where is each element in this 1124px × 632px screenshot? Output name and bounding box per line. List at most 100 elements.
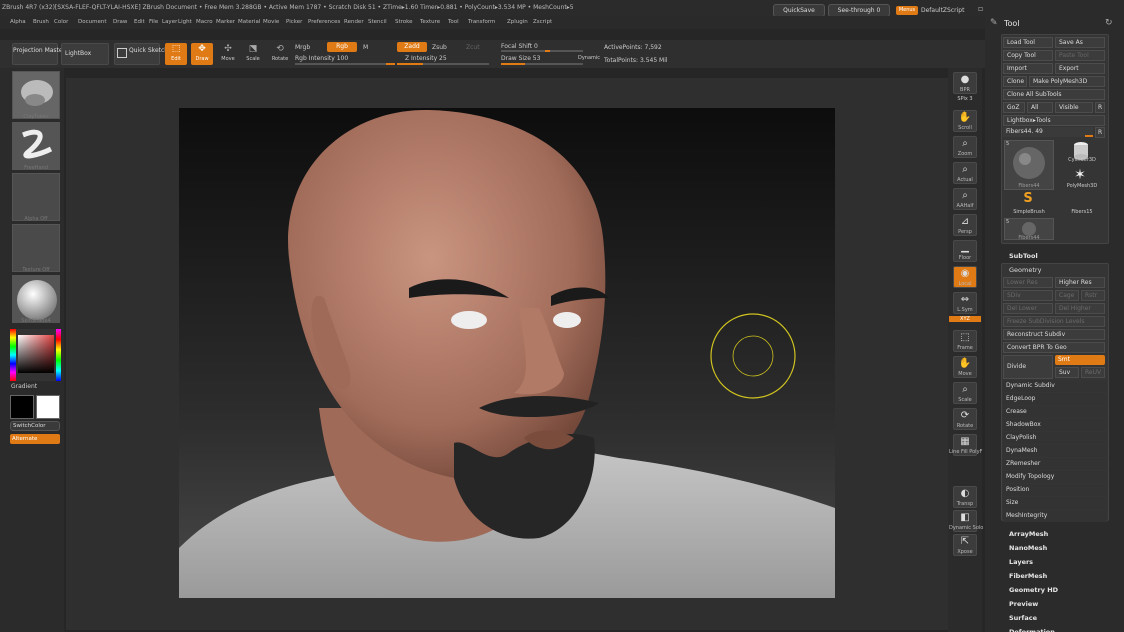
menu-tool[interactable]: Tool [448,19,459,25]
current-tool-r-button[interactable]: R [1095,127,1105,138]
geometry-edgeloop[interactable]: EdgeLoop [1003,393,1107,405]
window-controls-icon[interactable]: ▫ [978,4,988,14]
alternate-toggle[interactable]: Alternate [10,434,60,444]
focal-shift-track[interactable] [501,50,583,52]
color-picker[interactable] [10,329,61,381]
divide-button[interactable]: Divide [1003,355,1053,379]
menu-material[interactable]: Material [238,19,260,25]
simplebrush-icon[interactable]: S [1018,191,1038,207]
default-zscript-button[interactable]: DefaultZScript [921,7,964,14]
draw-mode-button[interactable]: ✥ Draw [191,43,213,65]
sdiv-slider[interactable]: SDiv [1003,290,1053,301]
clone-all-subtools-button[interactable]: Clone All SubTools [1003,89,1105,100]
zsub-toggle[interactable]: Zsub [432,44,447,51]
export-button[interactable]: Export [1055,63,1105,74]
scale-mode-button[interactable]: ⬔ Scale [243,43,263,65]
zadd-toggle[interactable]: Zadd [397,42,427,52]
menu-draw[interactable]: Draw [113,19,127,25]
focal-shift-slider[interactable]: Focal Shift 0 [501,43,538,50]
menu-transform[interactable]: Transform [468,19,495,25]
reconstruct-subdiv-button[interactable]: Reconstruct Subdiv [1003,329,1105,340]
zcut-toggle[interactable]: Zcut [466,44,480,51]
m-toggle[interactable]: M [363,44,368,51]
menu-document[interactable]: Document [78,19,107,25]
shelf-label[interactable]: SPix 3 [949,96,981,102]
section-preview[interactable]: Preview [1009,600,1038,608]
material-selector[interactable] [12,275,60,323]
menus-button[interactable]: Menus [896,6,918,15]
menu-brush[interactable]: Brush [33,19,49,25]
gradient-toggle[interactable]: Gradient [11,383,37,390]
section-surface[interactable]: Surface [1009,614,1037,622]
goz-visible-button[interactable]: Visible [1055,102,1093,113]
geometry-dynamic-subdiv[interactable]: Dynamic Subdiv [1003,380,1107,392]
3d-viewport[interactable] [179,108,835,598]
geometry-dynamesh[interactable]: DynaMesh [1003,445,1107,457]
rgb-intensity-track[interactable] [295,63,395,65]
menu-zplugin[interactable]: Zplugin [507,19,528,25]
geometry-crease[interactable]: Crease [1003,406,1107,418]
menu-file[interactable]: File [149,19,158,25]
geometry-meshintegrity[interactable]: MeshIntegrity [1003,510,1107,522]
higher-res-button[interactable]: Higher Res [1055,277,1105,288]
mrgb-toggle[interactable]: Mrgb [295,44,310,51]
paste-tool-button[interactable]: Paste Tool [1055,50,1105,61]
projection-master-button[interactable]: Projection Master [12,43,65,65]
section-deformation[interactable]: Deformation [1009,628,1055,632]
menu-stencil[interactable]: Stencil [368,19,387,25]
menu-texture[interactable]: Texture [420,19,440,25]
lower-res-button[interactable]: Lower Res [1003,277,1053,288]
del-higher-button[interactable]: Del Higher [1055,303,1105,314]
geometry-section[interactable]: Geometry [1009,266,1041,274]
geometry-modify-topology[interactable]: Modify Topology [1003,471,1107,483]
del-lower-button[interactable]: Del Lower [1003,303,1053,314]
edit-mode-button[interactable]: ⬚ Edit [165,43,187,65]
hue-ring[interactable] [10,329,16,381]
switch-color-button[interactable]: SwitchColor [10,421,60,431]
texture-selector[interactable] [12,224,60,272]
convert-bpr-button[interactable]: Convert BPR To Geo [1003,342,1105,353]
alpha-selector[interactable] [12,173,60,221]
make-polymesh-button[interactable]: Make PolyMesh3D [1029,76,1105,87]
subtool-section[interactable]: SubTool [1009,252,1038,260]
goz-all-button[interactable]: All [1027,102,1053,113]
menu-movie[interactable]: Movie [263,19,279,25]
freeze-subdiv-button[interactable]: Freeze SubDivision Levels [1003,316,1105,327]
lightbox-tools-button[interactable]: Lightbox▸Tools [1003,115,1105,126]
rgb-intensity-slider[interactable]: Rgb Intensity 100 [295,55,348,62]
geometry-size[interactable]: Size [1003,497,1107,509]
focal-shift-handle[interactable] [545,50,550,52]
lightbox-button[interactable]: LightBox [61,43,109,65]
reuv-toggle[interactable]: ReUV [1081,367,1105,378]
secondary-color-swatch[interactable] [36,395,60,419]
section-arraymesh[interactable]: ArrayMesh [1009,530,1048,538]
section-layers[interactable]: Layers [1009,558,1033,566]
rstr-button[interactable]: Rstr [1081,290,1105,301]
smt-toggle[interactable]: Smt [1055,355,1105,365]
dynamic-toggle[interactable]: Dynamic [578,55,600,61]
load-tool-button[interactable]: Load Tool [1003,37,1053,48]
saturation-square[interactable] [18,335,54,373]
menu-layer[interactable]: Layer [162,19,177,25]
save-as-button[interactable]: Save As [1055,37,1105,48]
menu-zscript[interactable]: Zscript [533,19,552,25]
section-fibermesh[interactable]: FiberMesh [1009,572,1047,580]
import-button[interactable]: Import [1003,63,1053,74]
geometry-shadowbox[interactable]: ShadowBox [1003,419,1107,431]
main-color-swatch[interactable] [10,395,34,419]
z-intensity-slider[interactable]: Z Intensity 25 [405,55,447,62]
section-geometry-hd[interactable]: Geometry HD [1009,586,1058,594]
geometry-position[interactable]: Position [1003,484,1107,496]
clone-button[interactable]: Clone [1003,76,1027,87]
brush-selector[interactable] [12,71,60,119]
menu-preferences[interactable]: Preferences [308,19,340,25]
suv-toggle[interactable]: Suv [1055,367,1079,378]
menu-picker[interactable]: Picker [286,19,302,25]
goz-button[interactable]: GoZ [1003,102,1025,113]
move-mode-button[interactable]: ✣ Move [218,43,238,65]
section-nanomesh[interactable]: NanoMesh [1009,544,1047,552]
rotate-mode-button[interactable]: ⟲ Rotate [269,43,291,65]
menu-macro[interactable]: Macro [196,19,213,25]
menu-marker[interactable]: Marker [216,19,235,25]
stroke-selector[interactable] [12,122,60,170]
